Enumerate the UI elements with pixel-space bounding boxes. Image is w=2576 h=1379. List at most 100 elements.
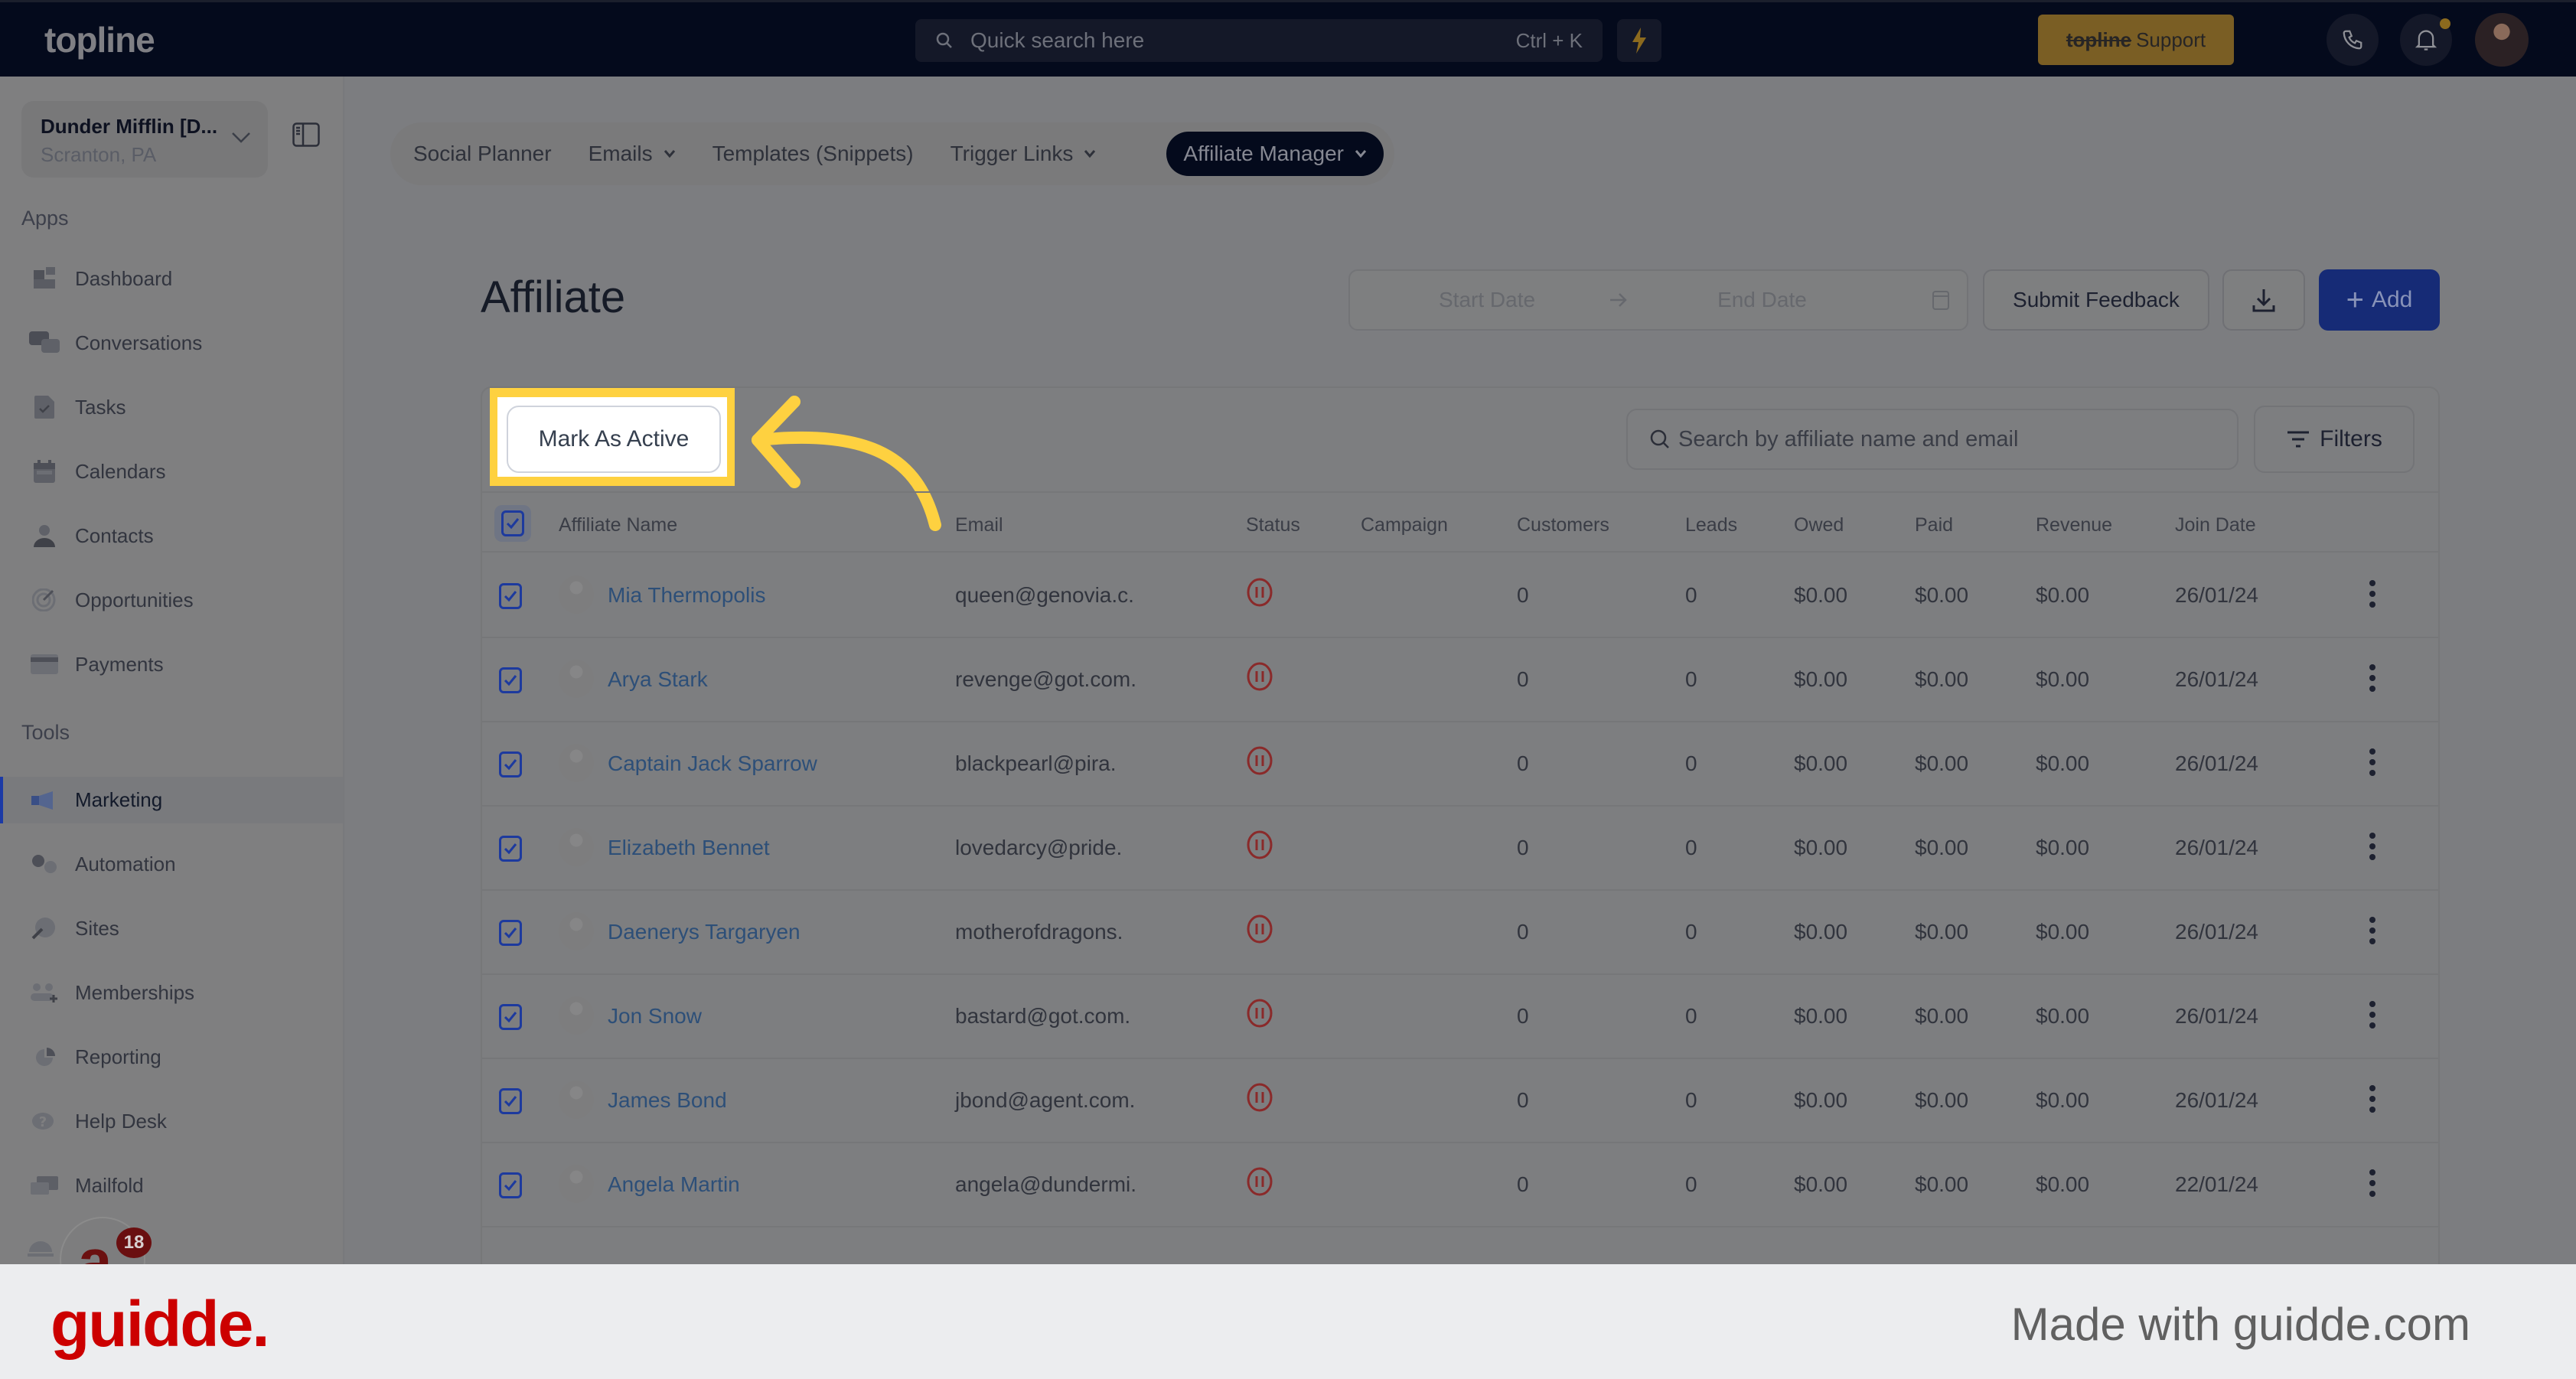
table-row[interactable]: Mia Thermopolis queen@genovia.c. 0 0 $0.00 $0… [482, 554, 2438, 638]
affiliate-name-link[interactable]: Elizabeth Bennet [608, 836, 770, 860]
start-date-input[interactable]: Start Date [1439, 288, 1535, 312]
table-row[interactable]: Captain Jack Sparrow blackpearl@pira. 0 0 $0… [482, 722, 2438, 807]
column-header-paid[interactable]: Paid [1915, 514, 1953, 536]
column-header-campaign[interactable]: Campaign [1361, 514, 1448, 536]
avatar [559, 1081, 594, 1119]
sidebar-item-mailfold[interactable]: Mailfold [0, 1162, 343, 1208]
table-row[interactable]: Elizabeth Bennet lovedarcy@pride. 0 0 $0.00 $… [482, 807, 2438, 891]
affiliate-name-link[interactable]: Jon Snow [608, 1004, 702, 1029]
affiliate-name-link[interactable]: Daenerys Targaryen [608, 920, 801, 944]
sidebar-toggle-icon[interactable] [292, 122, 320, 147]
more-options-icon[interactable] [2365, 999, 2380, 1030]
affiliate-name-link[interactable]: James Bond [608, 1088, 727, 1113]
checkbox[interactable] [501, 510, 524, 536]
column-header-customers[interactable]: Customers [1517, 514, 1609, 536]
support-label: Support [2136, 28, 2206, 51]
download-button[interactable] [2222, 269, 2305, 331]
tab-trigger-links[interactable]: Trigger Links [951, 142, 1097, 166]
row-checkbox[interactable] [499, 1004, 522, 1030]
more-options-icon[interactable] [2365, 747, 2380, 778]
sidebar-item-label: Calendars [75, 459, 166, 483]
sidebar-item-sites[interactable]: Sites [0, 905, 343, 951]
row-checkbox[interactable] [499, 667, 522, 693]
column-header-owed[interactable]: Owed [1794, 514, 1844, 536]
table-row[interactable]: Arya Stark revenge@got.com. 0 0 $0.00 $0.00 $0… [482, 638, 2438, 722]
row-checkbox[interactable] [499, 751, 522, 778]
row-checkbox[interactable] [499, 1172, 522, 1198]
sidebar-item-tasks[interactable]: Tasks [0, 384, 343, 430]
paid-cell: $0.00 [1915, 1172, 1969, 1196]
row-checkbox[interactable] [499, 920, 522, 946]
sidebar-item-reporting[interactable]: Reporting [0, 1034, 343, 1080]
location-switcher[interactable]: Dunder Mifflin [D... Scranton, PA [21, 101, 268, 178]
add-affiliate-button[interactable]: + Add [2319, 269, 2440, 331]
email-cell: motherofdragons. [955, 920, 1123, 944]
tab-emails[interactable]: Emails [589, 142, 676, 166]
table-row[interactable]: Angela Martin angela@dundermi. 0 0 $0.00 $0.0… [482, 1143, 2438, 1227]
user-avatar[interactable] [2475, 13, 2529, 67]
submit-feedback-button[interactable]: Submit Feedback [1983, 269, 2209, 331]
affiliate-name-link[interactable]: Angela Martin [608, 1172, 740, 1197]
sidebar: Dunder Mifflin [D... Scranton, PA Apps D… [0, 77, 344, 1264]
sidebar-item-payments[interactable]: Payments [0, 641, 343, 687]
more-options-icon[interactable] [2365, 915, 2380, 946]
column-header-status[interactable]: Status [1246, 514, 1300, 536]
app-logo[interactable]: topline [44, 19, 155, 60]
notifications-button[interactable] [2400, 14, 2452, 66]
tab-templates-snippets[interactable]: Templates (Snippets) [712, 142, 914, 166]
more-options-icon[interactable] [2365, 1084, 2380, 1114]
more-options-icon[interactable] [2365, 831, 2380, 862]
select-all-checkbox[interactable] [494, 505, 531, 542]
quick-actions-button[interactable] [1617, 19, 1661, 62]
globe-cursor-icon [29, 914, 60, 942]
more-options-icon[interactable] [2365, 1168, 2380, 1198]
phone-button[interactable] [2327, 14, 2379, 66]
revenue-cell: $0.00 [2036, 667, 2090, 691]
support-button[interactable]: topline Support [2038, 15, 2234, 65]
affiliate-search-input[interactable]: Search by affiliate name and email [1626, 409, 2239, 470]
tab-social-planner[interactable]: Social Planner [413, 142, 552, 166]
sidebar-item-contacts[interactable]: Contacts [0, 513, 343, 559]
filters-button[interactable]: Filters [2254, 406, 2415, 473]
column-header-join-date[interactable]: Join Date [2175, 514, 2256, 536]
table-row[interactable]: Jon Snow bastard@got.com. 0 0 $0.00 $0.00 $0.0… [482, 975, 2438, 1059]
mail-icon [29, 1172, 60, 1199]
avatar [559, 996, 594, 1035]
sidebar-item-memberships[interactable]: Memberships [0, 970, 343, 1016]
column-header-affiliate-name[interactable]: Affiliate Name [559, 514, 677, 536]
paused-status-icon [1247, 662, 1273, 691]
affiliate-name-link[interactable]: Mia Thermopolis [608, 583, 765, 608]
paid-cell: $0.00 [1915, 1004, 1969, 1028]
revenue-cell: $0.00 [2036, 1004, 2090, 1028]
sidebar-item-automation[interactable]: Automation [0, 841, 343, 887]
row-checkbox[interactable] [499, 1088, 522, 1114]
sidebar-item-help-desk[interactable]: ? Help Desk [0, 1098, 343, 1144]
filters-label: Filters [2320, 426, 2382, 452]
sidebar-item-opportunities[interactable]: Opportunities [0, 577, 343, 623]
column-header-leads[interactable]: Leads [1685, 514, 1737, 536]
sidebar-item-dashboard[interactable]: Dashboard [0, 256, 343, 302]
guidde-logo: guidde. [51, 1288, 270, 1360]
end-date-input[interactable]: End Date [1717, 288, 1807, 312]
tab-label: Social Planner [413, 142, 552, 165]
quick-search-placeholder: Quick search here [970, 28, 1145, 52]
mark-as-active-button[interactable]: Mark As Active [507, 406, 721, 473]
row-checkbox[interactable] [499, 836, 522, 862]
sidebar-item-calendars[interactable]: Calendars [0, 448, 343, 494]
more-options-icon[interactable] [2365, 579, 2380, 609]
column-header-revenue[interactable]: Revenue [2036, 514, 2112, 536]
quick-search-input[interactable]: Quick search here Ctrl + K [915, 19, 1603, 62]
more-options-icon[interactable] [2365, 663, 2380, 693]
date-range-picker[interactable]: Start Date End Date [1348, 269, 1968, 331]
tab-affiliate-manager[interactable]: Affiliate Manager [1166, 132, 1384, 176]
sidebar-item-label: Memberships [75, 980, 195, 1004]
table-row[interactable]: James Bond jbond@agent.com. 0 0 $0.00 $0.00 $0… [482, 1059, 2438, 1143]
row-checkbox[interactable] [499, 583, 522, 609]
sidebar-item-marketing[interactable]: Marketing [0, 777, 343, 823]
affiliate-name-link[interactable]: Captain Jack Sparrow [608, 751, 817, 776]
paid-cell: $0.00 [1915, 667, 1969, 691]
column-header-email[interactable]: Email [955, 514, 1003, 536]
table-row[interactable]: Daenerys Targaryen motherofdragons. 0 0 $0.0… [482, 891, 2438, 975]
affiliate-name-link[interactable]: Arya Stark [608, 667, 708, 692]
sidebar-item-conversations[interactable]: Conversations [0, 320, 343, 366]
